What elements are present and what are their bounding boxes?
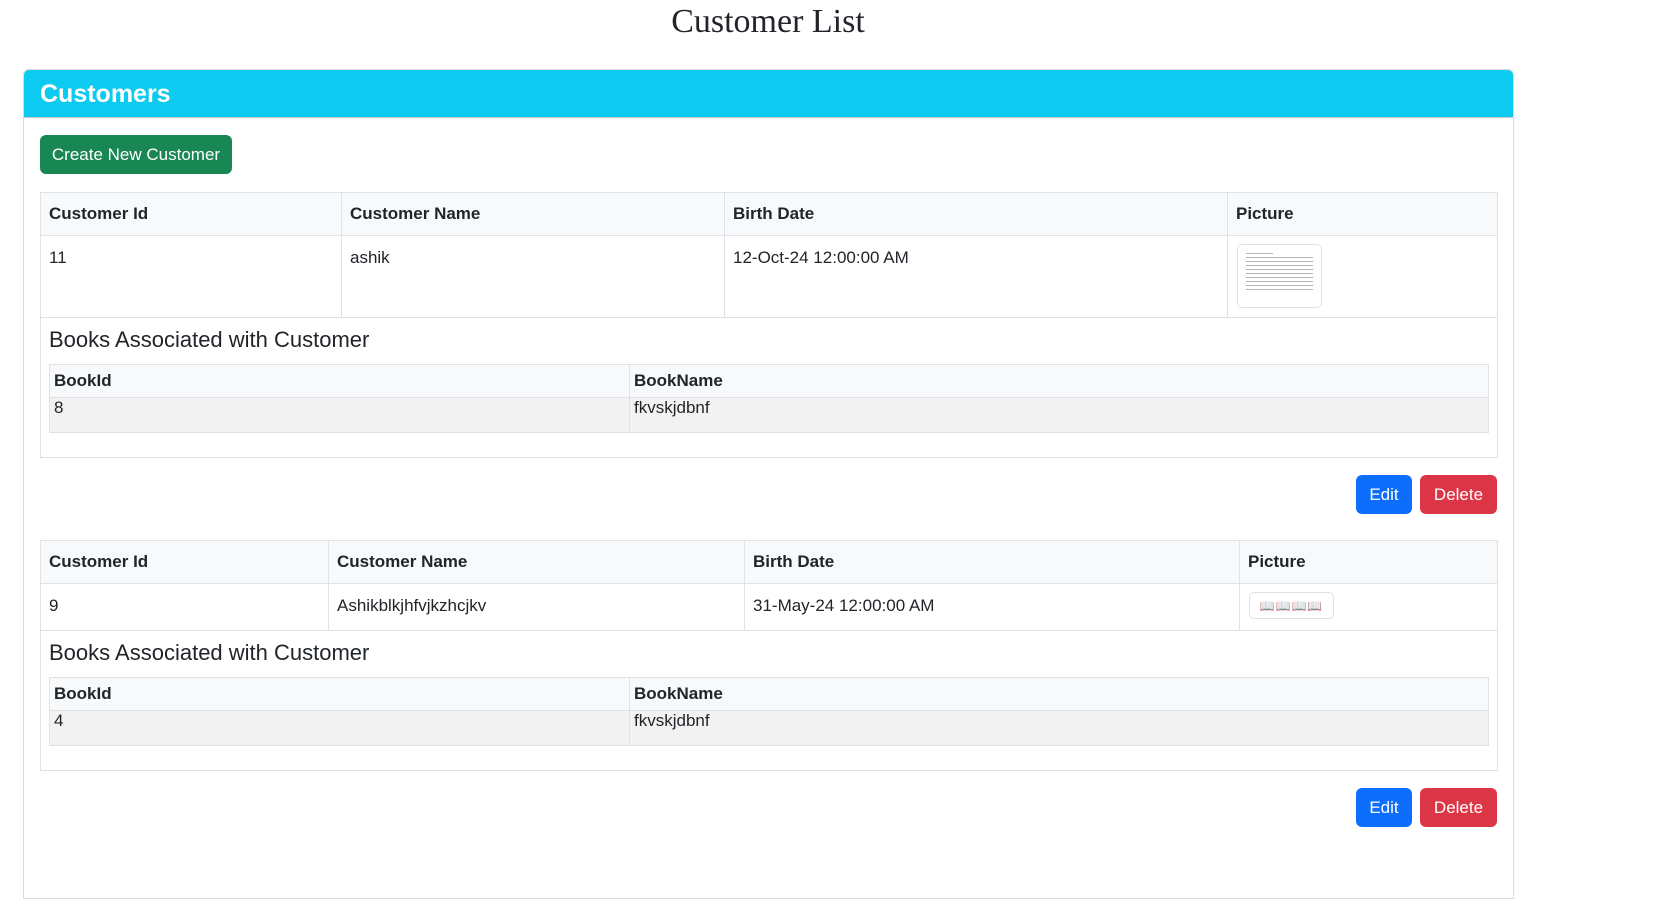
books-row: Books Associated with Customer BookId Bo… [40,630,1498,771]
document-thumbnail-icon [1237,244,1322,308]
col-header-customer-name: Customer Name [328,540,745,584]
col-header-picture: Picture [1227,192,1498,236]
books-cell: Books Associated with Customer BookId Bo… [40,317,1498,458]
books-table: BookId BookName 4 fkvskjdbnf [49,677,1489,746]
picture-cell [1227,235,1498,318]
customer-id-cell: 11 [40,235,342,318]
col-header-book-id: BookId [49,677,630,711]
customer-name-cell: Ashikblkjhfvjkzhcjkv [328,583,745,631]
delete-button[interactable]: Delete [1420,475,1497,514]
customer-block: Customer Id Customer Name Birth Date Pic… [40,192,1498,458]
col-header-customer-name: Customer Name [341,192,725,236]
col-header-birth-date: Birth Date [724,192,1228,236]
edit-button[interactable]: Edit [1356,475,1412,514]
table-row: 11 ashik 12-Oct-24 12:00:00 AM [40,235,1498,318]
customer-table: Customer Id Customer Name Birth Date Pic… [40,540,1498,771]
table-header-row: Customer Id Customer Name Birth Date Pic… [40,540,1498,584]
books-row: Books Associated with Customer BookId Bo… [40,317,1498,458]
col-header-customer-id: Customer Id [40,192,342,236]
picture-cell: 📖📖📖📖 [1239,583,1498,631]
book-name-cell: fkvskjdbnf [629,710,1489,746]
birth-date-cell: 31-May-24 12:00:00 AM [744,583,1240,631]
book-name-cell: fkvskjdbnf [629,397,1489,433]
col-header-birth-date: Birth Date [744,540,1240,584]
col-header-book-name: BookName [629,677,1489,711]
books-section-title: Books Associated with Customer [49,640,370,665]
customer-block: Customer Id Customer Name Birth Date Pic… [40,540,1498,771]
customer-id-cell: 9 [40,583,329,631]
books-section-title: Books Associated with Customer [49,327,370,352]
table-row: 9 Ashikblkjhfvjkzhcjkv 31-May-24 12:00:0… [40,583,1498,631]
book-row: 4 fkvskjdbnf [49,710,1489,746]
book-id-cell: 4 [49,710,630,746]
col-header-picture: Picture [1239,540,1498,584]
table-header-row: Customer Id Customer Name Birth Date Pic… [40,192,1498,236]
books-table: BookId BookName 8 fkvskjdbnf [49,364,1489,433]
col-header-book-name: BookName [629,364,1489,398]
col-header-book-id: BookId [49,364,630,398]
book-id-cell: 8 [49,397,630,433]
customer-name-cell: ashik [341,235,725,318]
delete-button[interactable]: Delete [1420,788,1497,827]
edit-button[interactable]: Edit [1356,788,1412,827]
create-new-customer-button[interactable]: Create New Customer [40,135,232,174]
book-row: 8 fkvskjdbnf [49,397,1489,433]
page-title: Customer List [671,3,865,40]
books-cell: Books Associated with Customer BookId Bo… [40,630,1498,771]
col-header-customer-id: Customer Id [40,540,329,584]
books-thumbnail-icon: 📖📖📖📖 [1249,592,1334,619]
customer-table: Customer Id Customer Name Birth Date Pic… [40,192,1498,458]
birth-date-cell: 12-Oct-24 12:00:00 AM [724,235,1228,318]
card-header: Customers [24,70,1513,118]
